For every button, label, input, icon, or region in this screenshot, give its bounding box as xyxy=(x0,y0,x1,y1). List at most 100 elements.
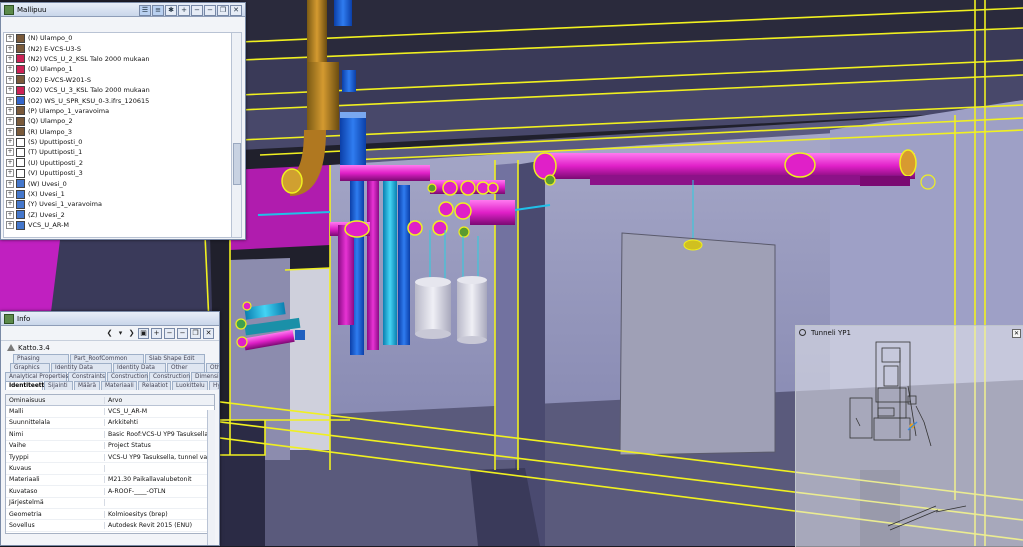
tree-item[interactable]: + (N) Ulampo_0 xyxy=(4,33,232,43)
table-row[interactable]: Malli VCS_U_AR-M xyxy=(6,406,214,418)
tree-item[interactable]: + (O2) E-VCS-W201-S xyxy=(4,75,232,85)
layer-color-icon[interactable] xyxy=(16,54,25,64)
layer-color-icon[interactable] xyxy=(16,210,25,220)
table-row[interactable]: Vaihe Project Status xyxy=(6,441,214,452)
tab-sijainti[interactable]: Sijainti xyxy=(44,381,73,390)
floor-plan-minimap[interactable]: Tunneli YP1 ✕ xyxy=(795,325,1023,547)
tree-item[interactable]: + (Y) Uvesi_1_varavoima xyxy=(4,199,232,209)
tree-item[interactable]: + (N2) E-VCS-U3-S xyxy=(4,43,232,54)
collapse-all-icon[interactable]: − xyxy=(191,5,203,16)
tab-other-2[interactable]: Other xyxy=(206,363,219,372)
layer-color-icon[interactable] xyxy=(16,127,25,137)
tab-analytical-properties[interactable]: Analytical Properties xyxy=(5,372,69,381)
tree-item[interactable]: + (W) Uvesi_0 xyxy=(4,178,232,189)
expand-icon[interactable]: + xyxy=(6,127,14,136)
tab-materiaali[interactable]: Materiaali xyxy=(101,381,137,390)
tree-item[interactable]: + (O2) VCS_U_3_KSL Talo 2000 mukaan xyxy=(4,85,232,95)
property-table-scrollbar[interactable] xyxy=(207,410,215,545)
expand-icon[interactable]: + xyxy=(6,158,14,167)
tree-item[interactable]: + (U) Uputtiposti_2 xyxy=(4,158,232,168)
expand-icon[interactable]: + xyxy=(6,75,14,84)
tree-item[interactable]: + (T) Uputtiposti_1 xyxy=(4,147,232,157)
column-header-value[interactable]: Arvo xyxy=(105,397,214,404)
layer-color-icon[interactable] xyxy=(16,64,25,74)
layer-color-icon[interactable] xyxy=(16,147,25,157)
pin-icon[interactable]: ▣ xyxy=(138,327,149,339)
tab-identity-data-2[interactable]: Identity Data xyxy=(113,363,166,372)
table-row[interactable]: Materiaali M21.30 Paikallavalubetonit xyxy=(6,475,214,487)
tab-phasing[interactable]: Phasing xyxy=(13,354,69,363)
expand-icon[interactable]: + xyxy=(6,117,14,126)
layer-color-icon[interactable] xyxy=(16,179,25,189)
expand-all-icon[interactable]: + xyxy=(151,327,162,339)
tab-relaatiot[interactable]: Relaatiot xyxy=(138,381,171,390)
info-titlebar[interactable]: Info xyxy=(1,312,219,326)
tree-item[interactable]: + VCS_U_AR-M xyxy=(4,220,232,230)
tree-item[interactable]: + (O) Ulampo_1 xyxy=(4,64,232,74)
expand-icon[interactable]: + xyxy=(6,190,14,199)
close-icon[interactable]: ✕ xyxy=(203,327,214,339)
tab-graphics[interactable]: Graphics xyxy=(10,363,50,372)
expand-all-icon[interactable]: + xyxy=(178,5,190,16)
layer-color-icon[interactable] xyxy=(16,33,25,43)
tab-constraints[interactable]: Constraints xyxy=(68,372,106,381)
tab-identity-data[interactable]: Identity Data xyxy=(51,363,112,372)
table-row[interactable]: Kuvaus xyxy=(6,463,214,475)
table-row[interactable]: Kuvataso A-ROOF-____-OTLN xyxy=(6,486,214,498)
tree-item[interactable]: + (X) Uvesi_1 xyxy=(4,189,232,199)
expand-icon[interactable]: + xyxy=(6,200,14,209)
layer-color-icon[interactable] xyxy=(16,85,25,95)
tree-item[interactable]: + (O2) WS_U_SPR_KSU_0-3.ifrs_120615 xyxy=(4,95,232,106)
filter-layers-icon[interactable]: ☰ xyxy=(139,5,151,16)
tree-options-icon[interactable]: ✱ xyxy=(165,5,177,16)
expand-icon[interactable]: + xyxy=(6,221,14,230)
collapse-all-icon[interactable]: − xyxy=(164,327,175,339)
layer-color-icon[interactable] xyxy=(16,158,25,168)
layer-color-icon[interactable] xyxy=(16,199,25,209)
tab-identiteetti[interactable]: Identiteetti xyxy=(5,381,46,390)
model-tree-scrollbar[interactable] xyxy=(231,32,242,238)
tab-other[interactable]: Other xyxy=(167,363,205,372)
layer-color-icon[interactable] xyxy=(16,189,25,199)
expand-icon[interactable]: + xyxy=(6,138,14,147)
close-icon[interactable]: ✕ xyxy=(230,5,242,16)
tab-dimensions[interactable]: Dimensions xyxy=(191,372,219,381)
table-row[interactable]: Geometria Kolmioesitys (brep) xyxy=(6,509,214,521)
forward-arrow-icon[interactable]: ❯ xyxy=(127,329,136,338)
minimize-icon[interactable]: − xyxy=(204,5,216,16)
expand-icon[interactable]: + xyxy=(6,54,14,63)
expand-icon[interactable]: + xyxy=(6,44,14,53)
table-row[interactable]: Sovellus Autodesk Revit 2015 (ENU) xyxy=(6,520,214,532)
tree-item[interactable]: + (R) Ulampo_3 xyxy=(4,127,232,137)
tree-item[interactable]: + (Z) Uvesi_2 xyxy=(4,210,232,220)
tab-hyperlinkit[interactable]: Hyperlinkit xyxy=(209,381,219,390)
expand-icon[interactable]: + xyxy=(6,65,14,74)
table-row[interactable]: Nimi Basic Roof:VCS-U YP9 Tasuksella, t..… xyxy=(6,429,214,441)
tab-slab-shape-edit[interactable]: Slab Shape Edit xyxy=(145,354,205,363)
layer-color-icon[interactable] xyxy=(16,106,25,116)
tree-item[interactable]: + (N2) VCS_U_2_KSL Talo 2000 mukaan xyxy=(4,54,232,64)
layer-color-icon[interactable] xyxy=(16,96,25,106)
layer-color-icon[interactable] xyxy=(16,137,25,147)
layer-color-icon[interactable] xyxy=(16,75,25,85)
scrollbar-thumb[interactable] xyxy=(233,143,241,185)
expand-icon[interactable]: + xyxy=(6,179,14,188)
tree-item[interactable]: + (P) Ulampo_1_varavoima xyxy=(4,106,232,116)
tab-maara[interactable]: Määrä xyxy=(74,381,100,390)
back-arrow-icon[interactable]: ❮ xyxy=(105,329,114,338)
floor-plan-drawing[interactable] xyxy=(796,326,1023,547)
table-row[interactable]: Järjestelmä xyxy=(6,498,214,509)
tree-item[interactable]: + (Q) Ulampo_2 xyxy=(4,116,232,126)
tree-item[interactable]: + (S) Uputtiposti_0 xyxy=(4,137,232,147)
layer-color-icon[interactable] xyxy=(16,168,25,178)
column-header-property[interactable]: Ominaisuus xyxy=(6,396,105,404)
tree-item[interactable]: + (V) Uputtiposti_3 xyxy=(4,168,232,178)
table-row[interactable]: Suunnittelala Arkkitehti xyxy=(6,418,214,430)
tab-construction[interactable]: Construction xyxy=(107,372,148,381)
table-row[interactable]: Tyyppi VCS-U YP9 Tasuksella, tunnel vain … xyxy=(6,452,214,464)
tab-part-roofcommon[interactable]: Part_RoofCommon xyxy=(70,354,144,363)
dropdown-icon[interactable]: ▾ xyxy=(116,329,125,338)
layer-color-icon[interactable] xyxy=(16,220,25,230)
expand-icon[interactable]: + xyxy=(6,210,14,219)
expand-icon[interactable]: + xyxy=(6,106,14,115)
